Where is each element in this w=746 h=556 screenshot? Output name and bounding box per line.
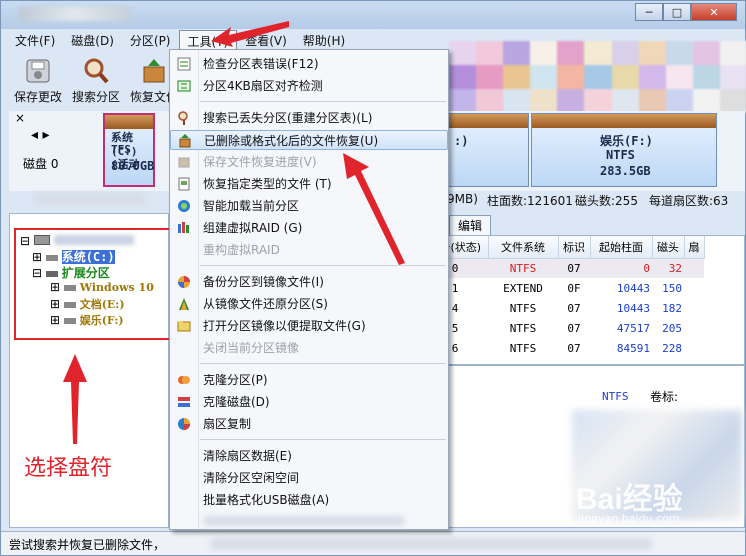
- info-sectors: 每道扇区数:63: [649, 194, 729, 208]
- col-filesystem[interactable]: 文件系统: [488, 236, 559, 259]
- menu-help[interactable]: 帮助(H): [295, 30, 353, 50]
- clone-partition-icon: [178, 376, 190, 384]
- table-row[interactable]: 1 EXTEND 0F 10443 150: [422, 278, 704, 298]
- annotation-text: 选择盘符: [24, 456, 113, 481]
- menu-item-clone-disk[interactable]: 克隆磁盘(D): [170, 392, 448, 412]
- search-partition-label: 搜索分区: [71, 90, 120, 104]
- menu-item-close-partition-image[interactable]: 关闭当前分区镜像: [170, 338, 448, 358]
- menu-item-backup-to-image[interactable]: 备份分区到镜像文件(I): [170, 272, 448, 292]
- maximize-button[interactable]: □: [663, 3, 691, 21]
- save-changes-label: 保存更改: [13, 90, 62, 104]
- menu-item-open-partition-image[interactable]: 打开分区镜像以便提取文件(G): [170, 316, 448, 336]
- menu-disk[interactable]: 磁盘(D): [63, 30, 122, 50]
- menu-item-restore-from-image[interactable]: 从镜像文件还原分区(S): [170, 294, 448, 314]
- raid-icon: [178, 222, 189, 233]
- table-row[interactable]: 5 NTFS 07 47517 205: [422, 318, 704, 338]
- menu-item-clone-partition[interactable]: 克隆分区(P): [170, 370, 448, 390]
- partition-ent-fs: NTFS: [606, 148, 635, 162]
- partition-middle-block[interactable]: :): [447, 113, 529, 187]
- close-button[interactable]: ✕: [691, 3, 737, 21]
- col-id[interactable]: 标识: [558, 236, 591, 259]
- blurred-window-title: [19, 7, 129, 21]
- annotation-arrow-up-icon: [63, 354, 87, 444]
- recover-box-icon: [143, 59, 165, 83]
- tab-strip: 编辑: [421, 213, 745, 235]
- clone-disk-icon: [178, 397, 190, 407]
- partition-system-size: 80.0GB: [111, 159, 155, 173]
- partition-tree-panel: ⊟ ⊞ 系统(C:) ⊟ 扩展分区 ⊞ Windows 10 ⊞ 文档(E:) …: [9, 213, 171, 528]
- menu-item-deleted-file-recovery[interactable]: 已删除或格式化后的文件恢复(U): [170, 130, 448, 150]
- menu-bar: 文件(F) 磁盘(D) 分区(P) 工具(T) 查看(V) 帮助(H): [7, 30, 353, 50]
- partition-table: 序号(状态) 文件系统 标识 起始柱面 磁头 扇 0 NTFS 07 0 32: [421, 235, 745, 365]
- table-row[interactable]: 4 NTFS 07 10443 182: [422, 298, 704, 318]
- details-volume-label: 卷标:: [650, 390, 679, 404]
- disk-close-icon[interactable]: ×: [15, 111, 25, 125]
- partition-system-block[interactable]: 系统(C:) TFS (活动 80.0GB: [103, 113, 155, 187]
- info-heads: 磁头数:255: [575, 194, 638, 208]
- app-window: ─ □ ✕ 文件(F) 磁盘(D) 分区(P) 工具(T) 查看(V) 帮助(H…: [0, 0, 746, 556]
- magnifier-icon: [84, 58, 109, 84]
- menu-item-sector-copy[interactable]: 扇区复制: [170, 414, 448, 434]
- disk-save-icon: [26, 59, 50, 83]
- disk-label: 磁盘 0: [23, 157, 59, 171]
- tools-menu-dropdown: 检查分区表错误(F12) 分区4KB扇区对齐检测 搜索已丢失分区(重建分区表)(…: [169, 49, 449, 530]
- minimize-button[interactable]: ─: [635, 3, 663, 21]
- backup-image-icon: [178, 276, 190, 288]
- menu-item-4kb-align-check[interactable]: 分区4KB扇区对齐检测: [170, 76, 448, 96]
- info-size: 9MB): [447, 192, 478, 206]
- partition-middle-letter: :): [454, 134, 469, 148]
- col-start-cyl[interactable]: 起始柱面: [590, 236, 653, 259]
- tab-edit[interactable]: 编辑: [449, 215, 492, 235]
- save-progress-icon: [178, 157, 190, 168]
- status-text: 尝试搜索并恢复已删除文件，: [9, 538, 166, 552]
- col-head[interactable]: 磁头: [652, 236, 685, 259]
- partition-entertainment-block[interactable]: 娱乐(F:) NTFS 283.5GB: [531, 113, 717, 187]
- smart-load-icon: [178, 200, 190, 212]
- menu-item-clear-sector-data[interactable]: 清除扇区数据(E): [170, 446, 448, 466]
- disk-nav-arrows[interactable]: ◂ ▸: [31, 127, 50, 143]
- menu-item-clear-free-space[interactable]: 清除分区空闲空间: [170, 468, 448, 488]
- partition-details-panel: NTFS 卷标: Bai经验 jingyan.baidu.com: [421, 365, 745, 528]
- menu-file[interactable]: 文件(F): [7, 30, 63, 50]
- restore-image-icon: [179, 298, 189, 310]
- menu-item-check-partition-table[interactable]: 检查分区表错误(F12): [170, 54, 448, 74]
- toolbar: 保存更改 搜索分区 恢复文件: [9, 53, 183, 107]
- table-row[interactable]: 6 NTFS 07 84591 228: [422, 338, 704, 358]
- info-cylinders: 柱面数:121601: [487, 194, 573, 208]
- save-changes-button[interactable]: 保存更改: [9, 53, 67, 107]
- menu-item-search-lost-partition[interactable]: 搜索已丢失分区(重建分区表)(L): [170, 108, 448, 128]
- watermark-sub: jingyan.baidu.com: [578, 512, 680, 525]
- align-icon: [177, 80, 191, 92]
- file-recover-icon: [179, 134, 191, 148]
- partition-ent-size: 283.5GB: [600, 164, 651, 178]
- window-controls: ─ □ ✕: [635, 3, 737, 21]
- annotation-highlight-box: [14, 228, 171, 340]
- col-sector[interactable]: 扇: [684, 236, 705, 259]
- sector-copy-icon: [178, 418, 190, 430]
- annotation-arrow-diagonal-icon: [343, 153, 405, 265]
- search-partition-button[interactable]: 搜索分区: [67, 53, 125, 107]
- status-bar: 尝试搜索并恢复已删除文件，: [1, 531, 745, 555]
- menu-partition[interactable]: 分区(P): [122, 30, 179, 50]
- pixelated-redaction: [449, 41, 746, 113]
- table-row[interactable]: 0 NTFS 07 0 32: [422, 258, 704, 278]
- title-bar: ─ □ ✕: [1, 1, 745, 29]
- open-image-icon: [177, 321, 191, 332]
- check-table-icon: [177, 57, 191, 71]
- details-fs: NTFS: [602, 390, 629, 403]
- partition-ent-name: 娱乐(F:): [600, 134, 653, 148]
- search-lost-icon: [178, 111, 188, 125]
- annotation-arrow-left-icon: [211, 21, 289, 47]
- file-type-icon: [178, 177, 190, 191]
- menu-item-batch-format-usb[interactable]: 批量格式化USB磁盘(A): [170, 490, 448, 510]
